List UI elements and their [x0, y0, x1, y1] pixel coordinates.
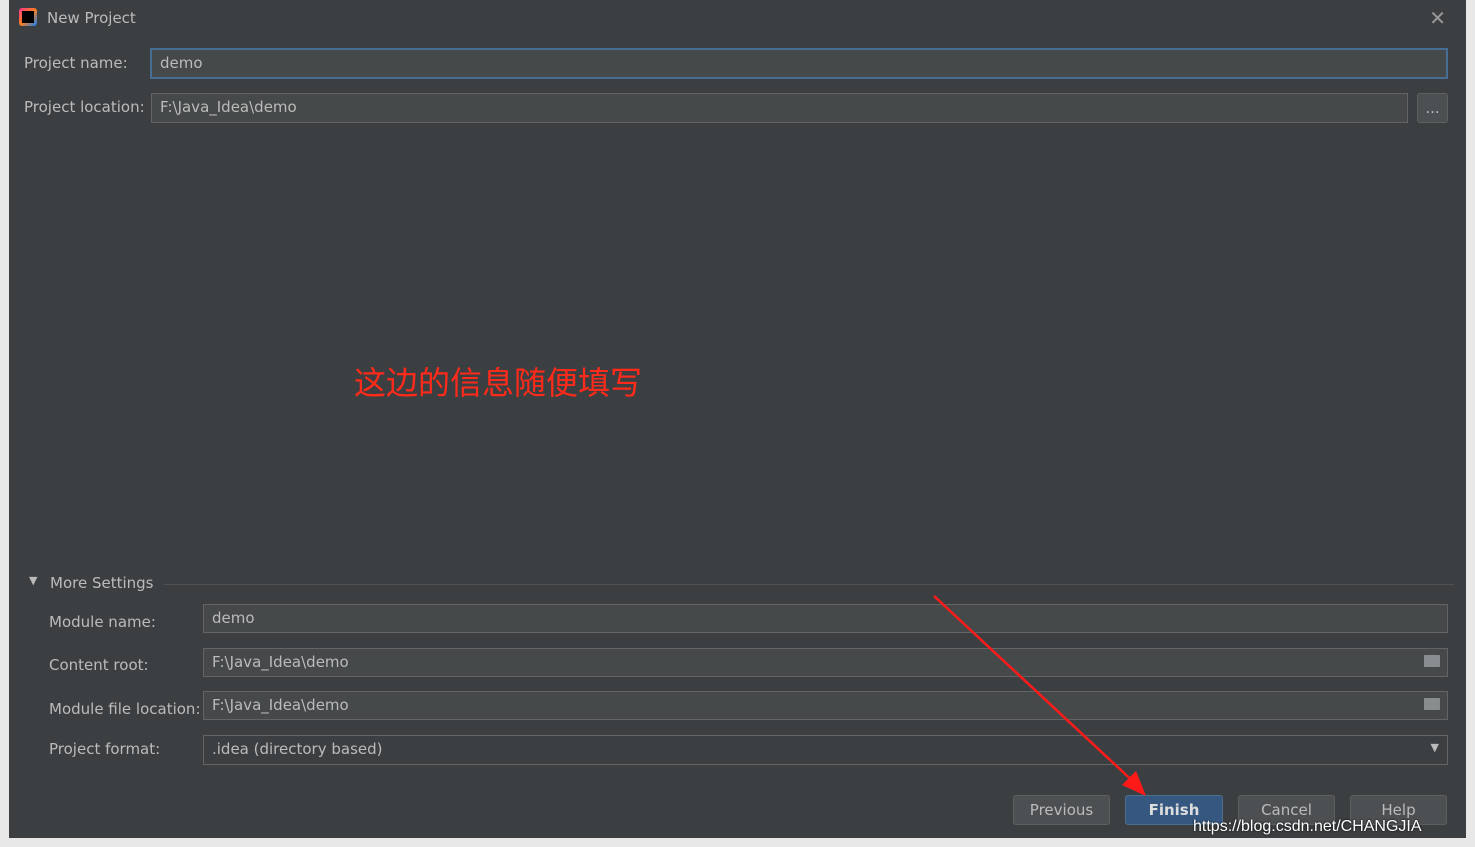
annotation-arrow [933, 595, 1146, 796]
watermark: https://blog.csdn.net/CHANGJIA [1193, 818, 1422, 835]
